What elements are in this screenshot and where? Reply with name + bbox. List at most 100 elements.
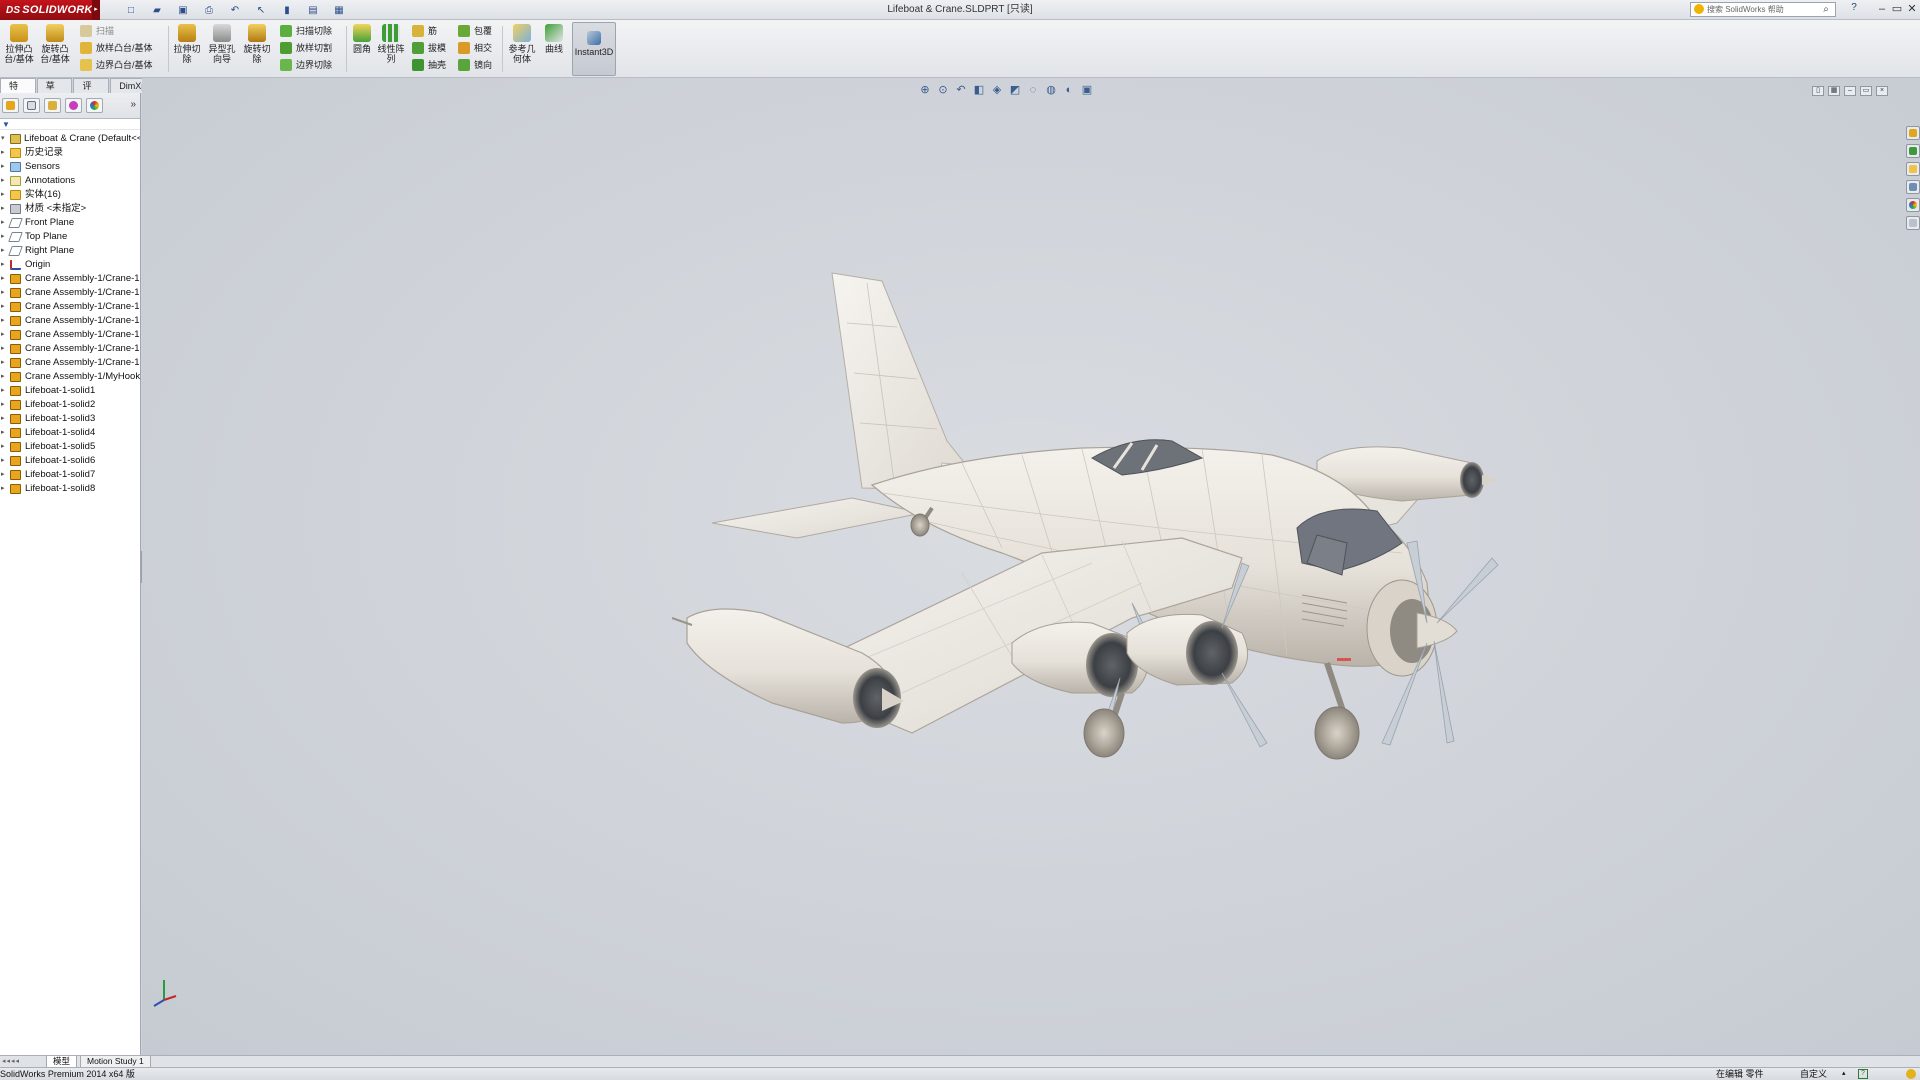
viewport-split-icon[interactable]: ▯ [1812, 86, 1824, 96]
tree-node[interactable]: ▸ Sensors [0, 160, 140, 174]
dimxpert-manager-tab[interactable] [65, 98, 82, 113]
tree-node[interactable]: ▸ Crane Assembly-1/Crane-1 [0, 356, 140, 370]
collapse-arrow-icon[interactable]: ▾ [1, 132, 5, 146]
tree-node[interactable]: ▸ 实体(16) [0, 188, 140, 202]
expand-arrow-icon[interactable]: ▸ [1, 328, 5, 342]
tree-node[interactable]: ▸ Top Plane [0, 230, 140, 244]
extrude-boss-button[interactable]: 拉伸凸 台/基体 [2, 22, 36, 76]
open-folder-icon[interactable]: ▰ [146, 2, 168, 18]
tree-node[interactable]: ▸ 材质 <未指定> [0, 202, 140, 216]
sweep-button[interactable]: 扫描 [80, 23, 114, 39]
tree-node[interactable]: ▸ Lifeboat-1-solid2 [0, 398, 140, 412]
restore-button[interactable]: ▭ [1889, 2, 1905, 17]
expand-arrow-icon[interactable]: ▸ [1, 174, 5, 188]
hide-show-items-icon[interactable]: ◌ [1026, 83, 1040, 97]
viewport-close-icon[interactable]: × [1876, 86, 1888, 96]
intersect-button[interactable]: 相交 [458, 40, 492, 56]
edit-appearance-icon[interactable]: ◍ [1044, 83, 1058, 97]
tree-node[interactable]: ▸ Crane Assembly-1/MyHook [0, 370, 140, 384]
zoom-to-fit-icon[interactable]: ⊕ [918, 83, 932, 97]
draft-button[interactable]: 拔模 [412, 40, 446, 56]
expand-arrow-icon[interactable]: ▸ [1, 160, 5, 174]
mirror-button[interactable]: 镜向 [458, 57, 492, 73]
rib-button[interactable]: 筋 [412, 23, 437, 39]
menu-flyout-arrow[interactable]: ▸ [92, 0, 100, 20]
tree-node[interactable]: ▸ Crane Assembly-1/Crane-1 [0, 272, 140, 286]
expand-arrow-icon[interactable]: ▸ [1, 146, 5, 160]
options-icon[interactable]: ▦ [328, 2, 350, 18]
file-explorer-tab[interactable] [1906, 162, 1920, 176]
close-button[interactable]: ✕ [1904, 2, 1920, 17]
expand-arrow-icon[interactable]: ▸ [1, 454, 5, 468]
expand-panel-icon[interactable]: » [130, 99, 136, 110]
expand-arrow-icon[interactable]: ▸ [1, 286, 5, 300]
configuration-manager-tab[interactable] [44, 98, 61, 113]
tree-node[interactable]: ▸ 历史记录 [0, 146, 140, 160]
expand-arrow-icon[interactable]: ▸ [1, 244, 5, 258]
expand-arrow-icon[interactable]: ▸ [1, 426, 5, 440]
display-style-icon[interactable]: ◩ [1008, 83, 1022, 97]
expand-arrow-icon[interactable]: ▸ [1, 188, 5, 202]
expand-arrow-icon[interactable]: ▸ [1, 356, 5, 370]
previous-view-icon[interactable]: ↶ [954, 83, 968, 97]
loft-boss-button[interactable]: 放样凸台/基体 [80, 40, 153, 56]
tree-node[interactable]: ▸ Origin [0, 258, 140, 272]
viewport-quad-icon[interactable]: ▦ [1828, 86, 1840, 96]
units-dropdown-icon[interactable]: ▴ [1842, 1068, 1846, 1080]
boundary-cut-button[interactable]: 边界切除 [280, 57, 332, 73]
expand-arrow-icon[interactable]: ▸ [1, 440, 5, 454]
expand-arrow-icon[interactable]: ▸ [1, 272, 5, 286]
expand-arrow-icon[interactable]: ▸ [1, 258, 5, 272]
apply-scene-icon[interactable]: ◐ [1062, 83, 1076, 97]
quick-tips-icon[interactable]: ? [1858, 1069, 1868, 1079]
property-manager-tab[interactable] [23, 98, 40, 113]
feature-manager-tab[interactable] [2, 98, 19, 113]
expand-arrow-icon[interactable]: ▸ [1, 482, 5, 496]
linear-pattern-button[interactable]: 线性阵 列 [376, 22, 406, 76]
filter-icon[interactable]: ▼ [0, 119, 140, 130]
rebuild-icon[interactable]: ▮ [276, 2, 298, 18]
tree-node[interactable]: ▸ Crane Assembly-1/Crane-1 [0, 300, 140, 314]
tree-node[interactable]: ▸ Lifeboat-1-solid1 [0, 384, 140, 398]
lofted-cut-button[interactable]: 放样切割 [280, 40, 332, 56]
expand-arrow-icon[interactable]: ▸ [1, 300, 5, 314]
boundary-boss-button[interactable]: 边界凸台/基体 [80, 57, 153, 73]
tab-1[interactable]: 草图 [36, 78, 73, 105]
search-icon[interactable]: ⌕ [1818, 2, 1834, 17]
expand-arrow-icon[interactable]: ▸ [1, 202, 5, 216]
tree-node[interactable]: ▸ Lifeboat-1-solid5 [0, 440, 140, 454]
expand-arrow-icon[interactable]: ▸ [1, 216, 5, 230]
help-icon[interactable]: ? [1846, 2, 1862, 17]
design-library-tab[interactable] [1906, 144, 1920, 158]
tree-node[interactable]: ▸ Crane Assembly-1/Crane-1 [0, 328, 140, 342]
fillet-button[interactable]: 圆角 [350, 22, 374, 76]
expand-arrow-icon[interactable]: ▸ [1, 314, 5, 328]
viewport-minimize-icon[interactable]: – [1844, 86, 1856, 96]
zoom-to-area-icon[interactable]: ⊙ [936, 83, 950, 97]
revolve-boss-button[interactable]: 旋转凸 台/基体 [38, 22, 72, 76]
tab-0[interactable]: 特征 [0, 78, 36, 105]
shell-button[interactable]: 抽壳 [412, 57, 446, 73]
new-document-icon[interactable]: □ [120, 2, 142, 18]
appearances-tab[interactable] [1906, 198, 1920, 212]
graphics-area[interactable]: ⊕ ⊙ ↶ ◧ ◈ ◩ ◌ ◍ ◐ ▣ ▯ ▦ – ▭ × [142, 78, 1920, 1055]
tree-node[interactable]: ▸ Crane Assembly-1/Crane-1 [0, 314, 140, 328]
reference-geometry-button[interactable]: 参考几 何体 [506, 22, 538, 76]
custom-properties-tab[interactable] [1906, 216, 1920, 230]
view-settings-icon[interactable]: ▣ [1080, 83, 1094, 97]
tree-node[interactable]: ▸ Lifeboat-1-solid6 [0, 454, 140, 468]
expand-arrow-icon[interactable]: ▸ [1, 398, 5, 412]
tree-node[interactable]: ▸ Crane Assembly-1/Crane-1 [0, 342, 140, 356]
help-search-input[interactable]: 搜索 SolidWorks 帮助 [1690, 2, 1836, 17]
undo-icon[interactable]: ↶ [224, 2, 246, 18]
minimize-button[interactable]: – [1874, 2, 1890, 17]
tab-2[interactable]: 评估 [73, 78, 110, 105]
solidworks-logo[interactable]: DS SOLIDWORKS [0, 0, 100, 20]
select-icon[interactable]: ↖ [250, 2, 272, 18]
revolve-cut-button[interactable]: 旋转切 除 [242, 22, 272, 76]
expand-arrow-icon[interactable]: ▸ [1, 230, 5, 244]
view-palette-tab[interactable] [1906, 180, 1920, 194]
tree-node[interactable]: ▸ Lifeboat-1-solid3 [0, 412, 140, 426]
viewport-maximize-icon[interactable]: ▭ [1860, 86, 1872, 96]
tree-node[interactable]: ▸ Lifeboat-1-solid8 [0, 482, 140, 496]
